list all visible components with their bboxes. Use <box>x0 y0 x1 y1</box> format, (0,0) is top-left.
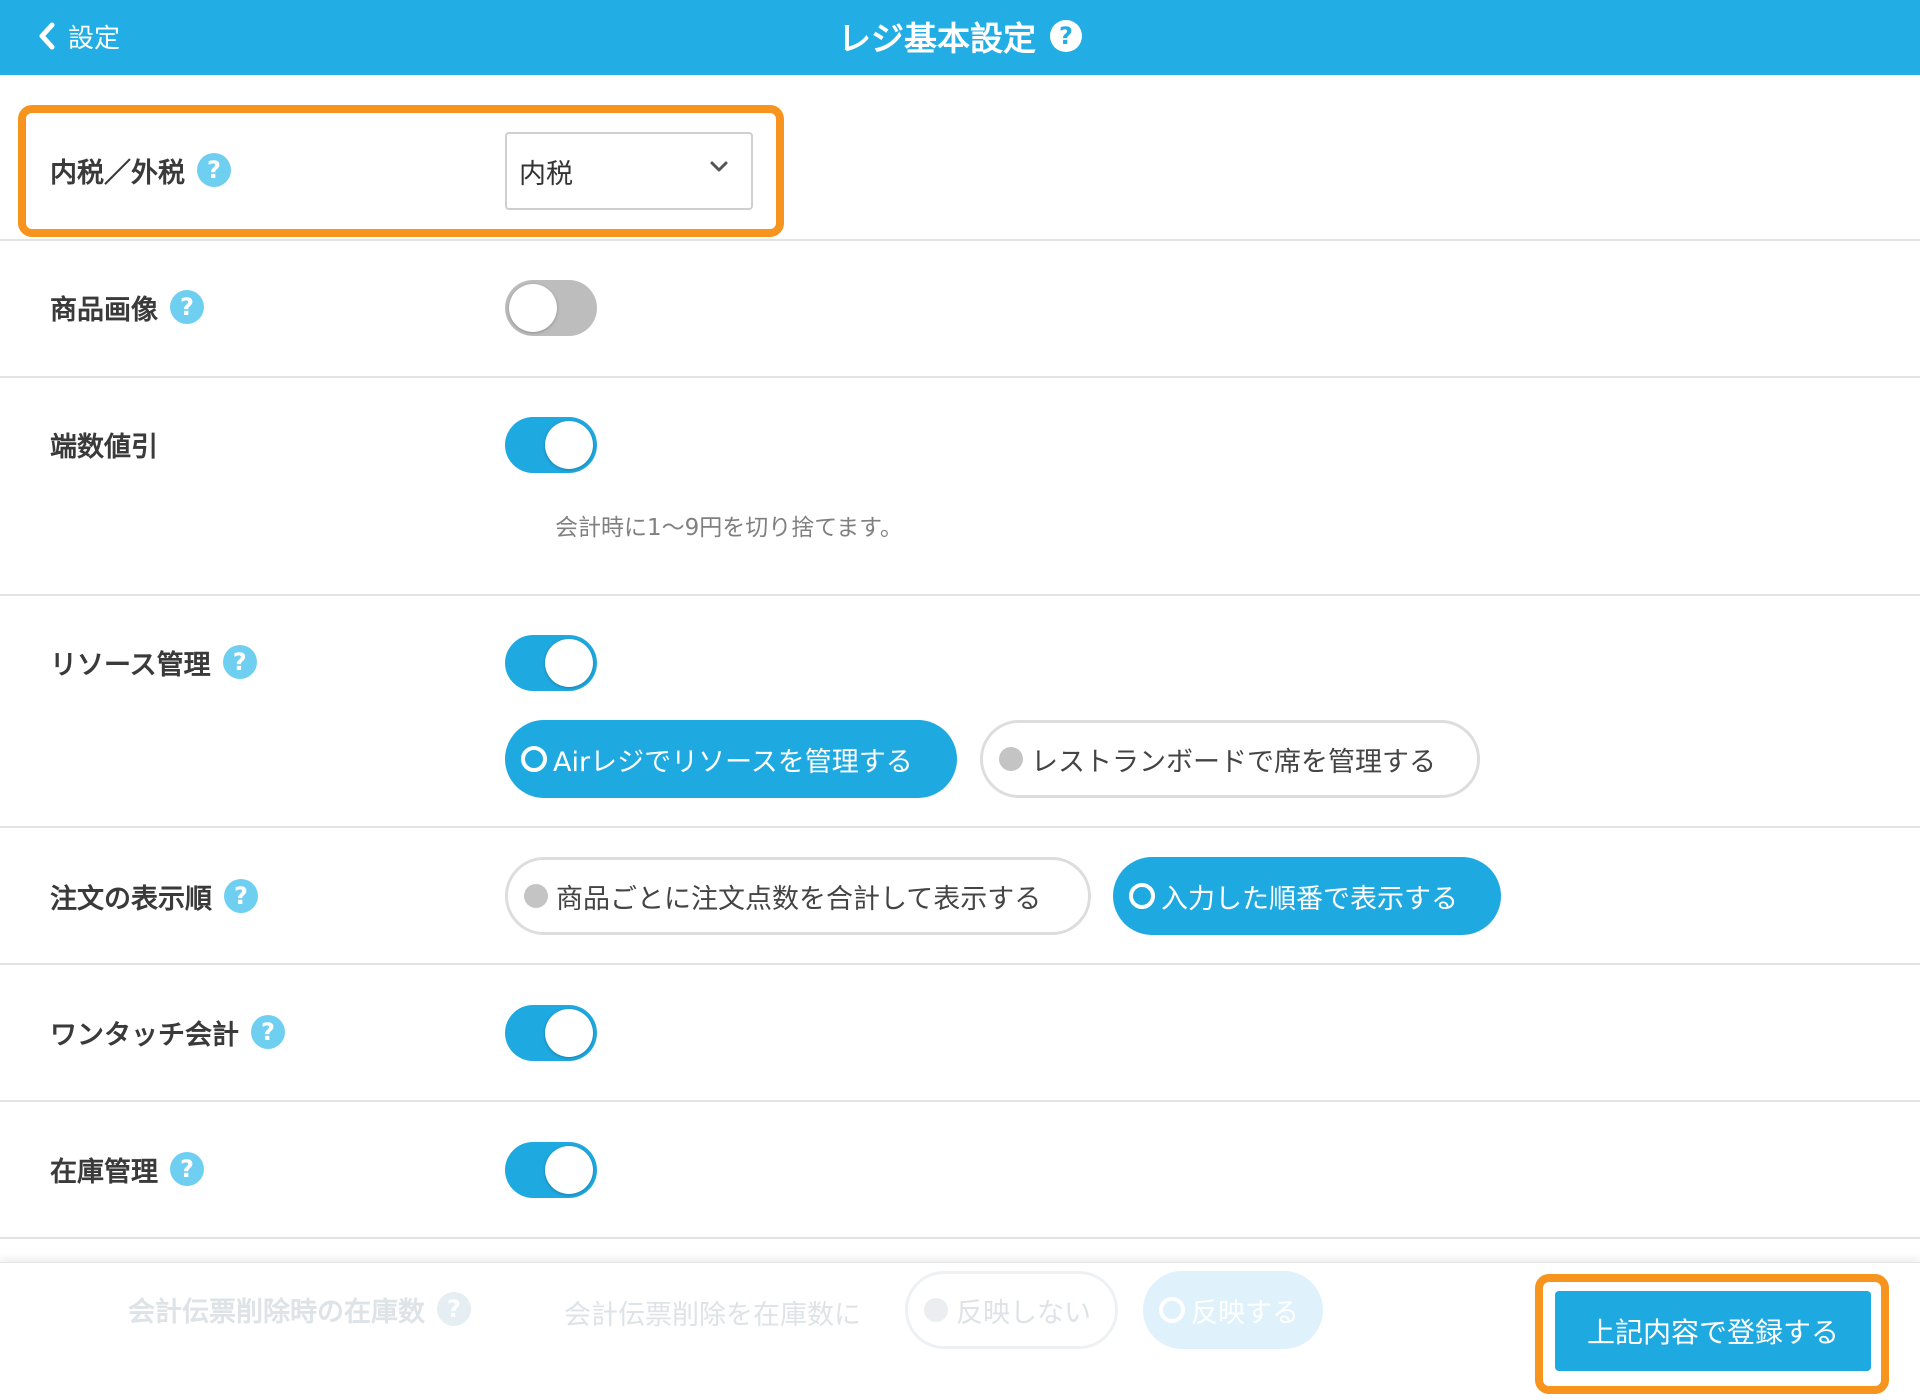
resource-label: リソース管理 <box>50 649 211 681</box>
help-icon[interactable]: ? <box>251 1015 285 1049</box>
help-icon[interactable]: ? <box>197 153 231 187</box>
toggle-knob <box>545 1009 593 1057</box>
resource-toggle[interactable] <box>505 635 597 691</box>
setting-label-inventory: 在庫管理 ? <box>50 1149 204 1189</box>
faded-option-label: 反映しない <box>956 1297 1091 1329</box>
one-touch-toggle[interactable] <box>505 1005 597 1061</box>
faded-setting-label: 会計伝票削除時の在庫数 ? <box>128 1289 471 1329</box>
app-header: 設定 レジ基本設定? <box>0 0 1920 75</box>
radio-unselected-icon <box>524 884 548 908</box>
inventory-toggle[interactable] <box>505 1142 597 1198</box>
setting-label-order-display: 注文の表示順 ? <box>50 876 258 916</box>
inventory-label: 在庫管理 <box>50 1156 158 1188</box>
help-icon: ? <box>437 1292 471 1326</box>
toggle-knob <box>545 421 593 469</box>
faded-option-yes: 反映する <box>1143 1271 1323 1349</box>
order-option-summed[interactable]: 商品ごとに注文点数を合計して表示する <box>505 857 1091 935</box>
tax-select[interactable]: 内税 <box>505 132 753 210</box>
order-option-input-order[interactable]: 入力した順番で表示する <box>1113 857 1501 935</box>
help-icon[interactable]: ? <box>170 290 204 324</box>
tax-label: 内税／外税 <box>50 157 185 189</box>
help-icon[interactable]: ? <box>222 645 257 679</box>
radio-unselected-icon <box>924 1298 948 1322</box>
rounding-label: 端数値引 <box>50 431 158 463</box>
setting-label-product-image: 商品画像 ? <box>50 287 204 327</box>
setting-row-rounding <box>0 378 1920 596</box>
setting-row-tax <box>0 75 1920 241</box>
toggle-knob <box>509 284 557 332</box>
product-image-toggle[interactable] <box>505 280 597 336</box>
setting-label-one-touch: ワンタッチ会計 ? <box>50 1012 285 1052</box>
setting-label-tax: 内税／外税 ? <box>50 150 231 190</box>
setting-row-product-image <box>0 241 1920 378</box>
order-option-label: 商品ごとに注文点数を合計して表示する <box>556 883 1042 915</box>
resource-option-restaurant-board[interactable]: レストランボードで席を管理する <box>980 720 1480 798</box>
radio-selected-icon <box>1159 1297 1185 1323</box>
faded-option-label: 反映する <box>1191 1297 1299 1329</box>
one-touch-label: ワンタッチ会計 <box>50 1019 239 1051</box>
faded-label-text: 会計伝票削除時の在庫数 <box>128 1296 425 1328</box>
faded-option-no: 反映しない <box>905 1271 1118 1349</box>
faded-prompt: 会計伝票削除を在庫数に <box>564 1300 861 1331</box>
product-image-label: 商品画像 <box>50 294 158 326</box>
resource-option-label: レストランボードで席を管理する <box>1031 746 1436 778</box>
resource-option-airregi[interactable]: Airレジでリソースを管理する <box>505 720 957 798</box>
page-title: レジ基本設定 <box>838 19 1036 58</box>
resource-option-label: Airレジでリソースを管理する <box>553 746 913 778</box>
help-icon[interactable]: ? <box>170 1152 204 1186</box>
setting-row-resource <box>0 596 1920 828</box>
order-display-label: 注文の表示順 <box>50 883 212 915</box>
rounding-toggle[interactable] <box>505 417 597 473</box>
toggle-knob <box>545 1146 593 1194</box>
page-title-wrap: レジ基本設定? <box>0 12 1920 60</box>
toggle-knob <box>545 639 593 687</box>
rounding-note: 会計時に1〜9円を切り捨てます。 <box>555 515 903 541</box>
radio-unselected-icon <box>999 747 1023 771</box>
setting-label-rounding: 端数値引 <box>50 424 158 464</box>
setting-row-inventory <box>0 1102 1920 1239</box>
submit-button[interactable]: 上記内容で登録する <box>1555 1291 1871 1371</box>
tax-select-value: 内税 <box>519 158 573 190</box>
radio-selected-icon <box>1129 883 1155 909</box>
help-icon[interactable]: ? <box>1050 20 1082 52</box>
chevron-down-icon <box>710 161 728 172</box>
radio-selected-icon <box>521 746 547 772</box>
setting-label-resource: リソース管理 ? <box>50 642 257 682</box>
setting-row-one-touch <box>0 965 1920 1102</box>
order-option-label: 入力した順番で表示する <box>1161 883 1458 915</box>
help-icon[interactable]: ? <box>224 879 258 913</box>
